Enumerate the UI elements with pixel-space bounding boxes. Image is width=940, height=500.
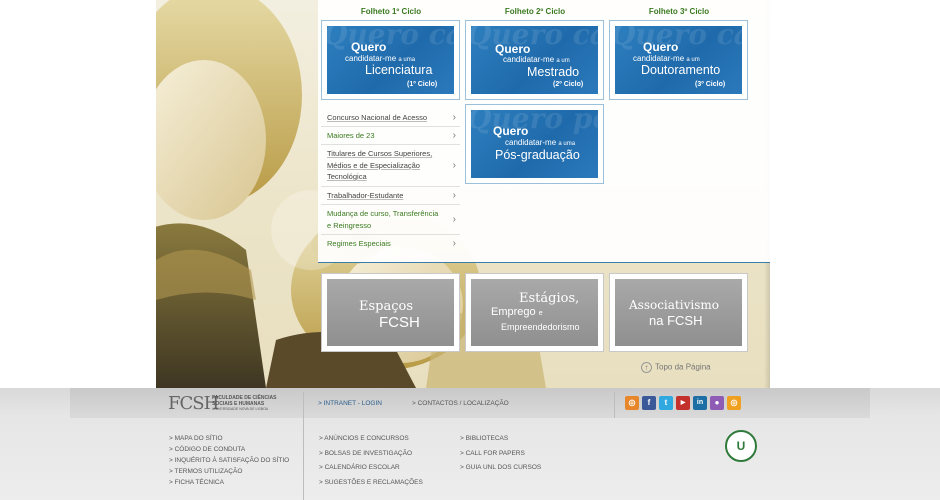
banner-article: a um <box>556 58 570 64</box>
banner-quero: Quero <box>495 42 531 56</box>
page: ocial ência Folheto 1º Ciclo Folheto 2º … <box>0 0 940 500</box>
banner-estagios[interactable]: Estágios, Emprego e Empreendedorismo <box>465 273 604 352</box>
banner-line2: Emprego <box>491 306 536 318</box>
menu-item-label: Concurso Nacional de Acesso <box>327 113 428 122</box>
menu-item-label: Maiores de 23 <box>327 131 375 140</box>
banner-candidatar: candidatar-me <box>503 55 555 64</box>
bibliotecas-link[interactable]: > BIBLIOTECAS <box>460 435 508 442</box>
menu-item-mudanca-curso[interactable]: Mudança de curso, Transferência e Reingr… <box>321 205 460 235</box>
facebook-icon[interactable]: f <box>642 396 656 410</box>
sugestoes-link[interactable]: > SUGESTÕES E RECLAMAÇÕES <box>319 479 423 486</box>
banner-line1: Associativismo <box>629 298 719 312</box>
menu-item-trabalhador-estudante[interactable]: Trabalhador-Estudante › <box>321 187 460 205</box>
termos-link[interactable]: > TERMOS UTILIZAÇÃO <box>169 468 242 475</box>
banner-espacos-fcsh[interactable]: Espaços FCSH <box>321 273 460 352</box>
banner-watermark: Quero candidatar <box>327 26 454 51</box>
banner-quero: Quero <box>493 124 529 138</box>
banner-licenciatura[interactable]: Quero candidatar Quero candidatar-me a u… <box>321 20 460 100</box>
inquerito-link[interactable]: > INQUÉRITO À SATISFAÇÃO DO SÍTIO <box>169 457 289 464</box>
menu-item-label: Regimes Especiais <box>327 239 391 248</box>
unl-seal-logo[interactable]: U <box>725 430 757 462</box>
banner-quero: Quero <box>643 40 679 54</box>
footer-separator <box>303 392 304 500</box>
banner-line1: Estágios, <box>519 291 580 306</box>
chevron-right-icon: › <box>452 238 456 249</box>
chevron-right-icon: › <box>452 159 456 171</box>
admission-menu: Concurso Nacional de Acesso › Maiores de… <box>321 109 460 253</box>
logo-text-line: UNIVERSIDADE NOVA DE LISBOA <box>212 407 269 411</box>
banner-watermark: Quero candidatar Mestrado <box>471 26 598 51</box>
chevron-right-icon: › <box>452 129 456 141</box>
ficha-tecnica-link[interactable]: > FICHA TÉCNICA <box>169 479 224 486</box>
folheto-3-link[interactable]: Folheto 3º Ciclo <box>610 7 748 16</box>
banner-line3: Empreendedorismo <box>501 322 580 332</box>
twitter-icon[interactable]: t <box>659 396 673 410</box>
banner-main: Licenciatura <box>365 63 433 77</box>
anuncios-link[interactable]: > ANÚNCIOS E CONCURSOS <box>319 435 409 442</box>
footer-separator <box>614 392 615 418</box>
banner-doutoramento[interactable]: Quero candidatar Doutoramento Quero cand… <box>609 20 748 100</box>
intranet-login-link[interactable]: > INTRANET - LOGIN <box>318 400 382 407</box>
youtube-icon[interactable]: ▶ <box>676 396 690 410</box>
banner-line2: na FCSH <box>649 313 703 328</box>
guia-unl-link[interactable]: > GUIA UNL DOS CURSOS <box>460 464 541 471</box>
banner-pos-graduacao[interactable]: Quero pós-graduação Quero candidatar-me … <box>465 104 604 184</box>
banner-cycle: (1º Ciclo) <box>407 81 438 88</box>
contactos-link[interactable]: > CONTACTOS / LOCALIZAÇÃO <box>412 400 509 407</box>
menu-item-label: Mudança de curso, Transferência e Reingr… <box>327 209 439 230</box>
banner-candidatar: candidatar-me <box>505 138 557 147</box>
banner-watermark: Quero candidatar Doutoramento <box>615 26 742 51</box>
chevron-right-icon: › <box>452 189 456 201</box>
chevron-right-icon: › <box>452 213 456 225</box>
rss-icon[interactable]: ◎ <box>625 396 639 410</box>
banner-conj: e <box>538 310 543 317</box>
banner-article: a uma <box>558 141 576 147</box>
banner-mestrado[interactable]: Quero candidatar Mestrado Quero candidat… <box>465 20 604 100</box>
bolsas-link[interactable]: > BOLSAS DE INVESTIGAÇÃO <box>319 450 412 457</box>
back-to-top-label: Topo da Página <box>655 362 711 372</box>
folheto-2-link[interactable]: Folheto 2º Ciclo <box>466 7 604 16</box>
banner-cycle: (3º Ciclo) <box>695 81 726 88</box>
flickr-icon[interactable]: ● <box>710 396 724 410</box>
banner-candidatar: candidatar-me <box>345 54 397 63</box>
unl-seal-mark: U <box>736 439 746 453</box>
menu-item-regimes-especiais[interactable]: Regimes Especiais › <box>321 235 460 253</box>
menu-item-label: Titulares de Cursos Superiores, Médios e… <box>327 149 433 181</box>
banner-main: Doutoramento <box>641 63 721 77</box>
banner-quero: Quero <box>351 40 387 54</box>
folheto-1-link[interactable]: Folheto 1º Ciclo <box>322 7 460 16</box>
codigo-conduta-link[interactable]: > CÓDIGO DE CONDUTA <box>169 446 245 453</box>
banner-associativismo[interactable]: Associativismo na FCSH <box>609 273 748 352</box>
banner-line1: Espaços <box>359 299 414 314</box>
menu-item-label: Trabalhador-Estudante <box>327 191 404 200</box>
feed-icon[interactable]: ◎ <box>727 396 741 410</box>
back-to-top-link[interactable]: ↑ Topo da Página <box>641 362 711 373</box>
calendario-link[interactable]: > CALENDÁRIO ESCOLAR <box>319 464 400 471</box>
logo-mark: FCSH <box>168 393 219 414</box>
linkedin-icon[interactable]: in <box>693 396 707 410</box>
banner-line2: FCSH <box>379 314 420 331</box>
call-for-papers-link[interactable]: > CALL FOR PAPERS <box>460 450 525 457</box>
arrow-up-icon: ↑ <box>641 362 652 373</box>
banner-main: Pós-graduação <box>495 148 580 162</box>
menu-item-concurso-nacional[interactable]: Concurso Nacional de Acesso › <box>321 109 460 127</box>
banner-main: Mestrado <box>527 65 580 79</box>
menu-item-maiores-23[interactable]: Maiores de 23 › <box>321 127 460 145</box>
banner-watermark: Quero pós-graduação <box>471 110 598 135</box>
menu-item-titulares[interactable]: Titulares de Cursos Superiores, Médios e… <box>321 145 460 187</box>
chevron-right-icon: › <box>452 111 456 123</box>
banner-candidatar: candidatar-me <box>633 54 685 63</box>
mapa-sitio-link[interactable]: > MAPA DO SÍTIO <box>169 435 223 442</box>
banner-cycle: (2º Ciclo) <box>553 81 584 88</box>
section-divider <box>318 262 770 263</box>
